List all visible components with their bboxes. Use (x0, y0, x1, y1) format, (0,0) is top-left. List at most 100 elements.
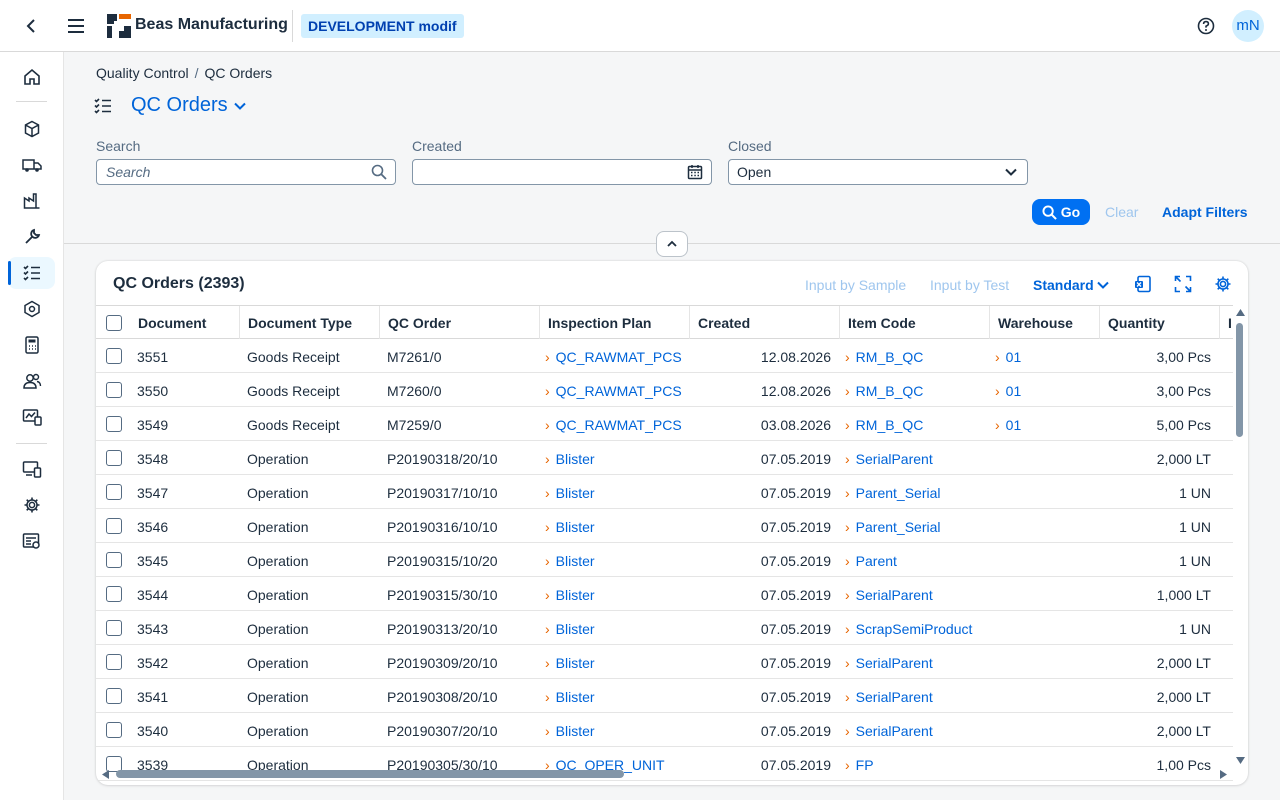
cell-inspection-plan[interactable]: › Blister (545, 519, 595, 535)
chevron-down-icon[interactable] (1096, 278, 1110, 292)
home-icon[interactable] (8, 61, 55, 93)
row-checkbox[interactable] (106, 654, 122, 670)
table-row[interactable]: 3540 Operation P20190307/20/10 › Blister 07.0… (96, 713, 1233, 747)
cell-inspection-plan[interactable]: › Blister (545, 451, 595, 467)
table-settings-gear-icon[interactable] (1213, 274, 1233, 294)
cell-warehouse[interactable]: › 01 (995, 349, 1021, 365)
calculator-icon[interactable] (8, 329, 55, 361)
input-by-test-button[interactable]: Input by Test (930, 277, 1009, 293)
column-header-item-code[interactable]: Item Code (848, 315, 916, 331)
closed-select[interactable]: Open (728, 159, 1028, 185)
cell-item-code[interactable]: › ScrapSemiProduct (845, 621, 972, 637)
page-title[interactable]: QC Orders (131, 94, 228, 117)
row-checkbox[interactable] (106, 450, 122, 466)
row-checkbox[interactable] (106, 620, 122, 636)
cell-item-code[interactable]: › SerialParent (845, 689, 933, 705)
cell-warehouse[interactable]: › 01 (995, 383, 1021, 399)
created-date-input[interactable] (413, 160, 673, 184)
table-row[interactable]: 3551 Goods Receipt M7261/0 › QC_RAWMAT_PCS 12… (96, 339, 1233, 373)
devices-icon[interactable] (8, 453, 55, 485)
avatar[interactable]: mN (1232, 10, 1264, 42)
column-header-quantity[interactable]: Quantity (1108, 315, 1165, 331)
breadcrumb-link-quality-control[interactable]: Quality Control (96, 65, 189, 81)
cell-warehouse[interactable]: › 01 (995, 417, 1021, 433)
cell-item-code[interactable]: › RM_B_QC (845, 417, 923, 433)
cell-item-code[interactable]: › SerialParent (845, 587, 933, 603)
table-row[interactable]: 3547 Operation P20190317/10/10 › Blister 07.0… (96, 475, 1233, 509)
row-checkbox[interactable] (106, 348, 122, 364)
app-brand[interactable]: Beas Manufacturing (135, 16, 288, 34)
fullscreen-icon[interactable] (1173, 274, 1193, 294)
row-checkbox[interactable] (106, 518, 122, 534)
table-row[interactable]: 3548 Operation P20190318/20/10 › Blister 07.0… (96, 441, 1233, 475)
go-button[interactable]: Go (1032, 199, 1090, 225)
shipping-truck-icon[interactable] (8, 149, 55, 181)
settings-gear-icon[interactable] (8, 489, 55, 521)
column-header-created[interactable]: Created (698, 315, 750, 331)
row-checkbox[interactable] (106, 382, 122, 398)
cell-inspection-plan[interactable]: › Blister (545, 553, 595, 569)
column-header-inspection-plan[interactable]: Inspection Plan (548, 315, 651, 331)
adapt-filters-button[interactable]: Adapt Filters (1162, 204, 1248, 220)
users-group-icon[interactable] (8, 365, 55, 397)
column-header-document-type[interactable]: Document Type (248, 315, 352, 331)
cell-inspection-plan[interactable]: › QC_RAWMAT_PCS (545, 349, 682, 365)
export-icon[interactable] (1133, 274, 1153, 294)
table-row[interactable]: 3542 Operation P20190309/20/10 › Blister 07.0… (96, 645, 1233, 679)
clear-button[interactable]: Clear (1105, 204, 1138, 220)
cell-item-code[interactable]: › SerialParent (845, 723, 933, 739)
cell-item-code[interactable]: › Parent_Serial (845, 519, 941, 535)
tools-wrench-icon[interactable] (8, 221, 55, 253)
packages-icon[interactable] (8, 293, 55, 325)
variant-selector[interactable]: Standard (1033, 277, 1094, 293)
cell-inspection-plan[interactable]: › QC_RAWMAT_PCS (545, 383, 682, 399)
cell-inspection-plan[interactable]: › Blister (545, 587, 595, 603)
row-checkbox[interactable] (106, 484, 122, 500)
cell-inspection-plan[interactable]: › Blister (545, 621, 595, 637)
column-header-truncated[interactable]: I (1228, 315, 1232, 331)
chevron-down-icon[interactable] (1003, 164, 1019, 180)
cell-inspection-plan[interactable]: › Blister (545, 723, 595, 739)
row-checkbox[interactable] (106, 416, 122, 432)
input-by-sample-button[interactable]: Input by Sample (805, 277, 906, 293)
created-date-field[interactable] (412, 159, 712, 185)
back-icon[interactable] (22, 16, 42, 36)
table-row[interactable]: 3544 Operation P20190315/30/10 › Blister 07.0… (96, 577, 1233, 611)
monitoring-screen-icon[interactable] (8, 401, 55, 433)
help-icon[interactable] (1195, 15, 1217, 37)
cell-inspection-plan[interactable]: › Blister (545, 655, 595, 671)
search-input[interactable] (97, 160, 357, 184)
table-row[interactable]: 3549 Goods Receipt M7259/0 › QC_RAWMAT_PCS 03… (96, 407, 1233, 441)
factory-icon[interactable] (8, 185, 55, 217)
calendar-icon[interactable] (687, 164, 703, 180)
chevron-down-icon[interactable] (233, 99, 247, 113)
select-all-checkbox[interactable] (106, 315, 122, 331)
row-checkbox[interactable] (106, 722, 122, 738)
search-field[interactable] (96, 159, 396, 185)
horizontal-scrollbar-thumb[interactable] (116, 770, 624, 778)
table-row[interactable]: 3545 Operation P20190315/10/20 › Blister 07.0… (96, 543, 1233, 577)
cell-item-code[interactable]: › SerialParent (845, 451, 933, 467)
column-header-qc-order[interactable]: QC Order (388, 315, 451, 331)
cell-inspection-plan[interactable]: › QC_RAWMAT_PCS (545, 417, 682, 433)
cell-inspection-plan[interactable]: › Blister (545, 485, 595, 501)
reports-icon[interactable] (8, 525, 55, 557)
row-checkbox[interactable] (106, 586, 122, 602)
vertical-scrollbar[interactable] (1233, 305, 1248, 775)
cell-inspection-plan[interactable]: › Blister (545, 689, 595, 705)
row-checkbox[interactable] (106, 552, 122, 568)
products-cube-icon[interactable] (8, 113, 55, 145)
hamburger-menu-icon[interactable] (66, 16, 86, 36)
search-icon[interactable] (371, 164, 387, 180)
table-row[interactable]: 3550 Goods Receipt M7260/0 › QC_RAWMAT_PCS 12… (96, 373, 1233, 407)
column-header-warehouse[interactable]: Warehouse (998, 315, 1073, 331)
cell-item-code[interactable]: › RM_B_QC (845, 383, 923, 399)
column-header-document[interactable]: Document (138, 315, 206, 331)
cell-item-code[interactable]: › Parent (845, 553, 897, 569)
vertical-scrollbar-thumb[interactable] (1236, 323, 1243, 437)
collapse-header-button[interactable] (656, 231, 688, 257)
horizontal-scrollbar[interactable] (96, 767, 1233, 783)
quality-control-checklist-icon[interactable] (8, 257, 55, 289)
table-row[interactable]: 3546 Operation P20190316/10/10 › Blister 07.0… (96, 509, 1233, 543)
cell-item-code[interactable]: › SerialParent (845, 655, 933, 671)
